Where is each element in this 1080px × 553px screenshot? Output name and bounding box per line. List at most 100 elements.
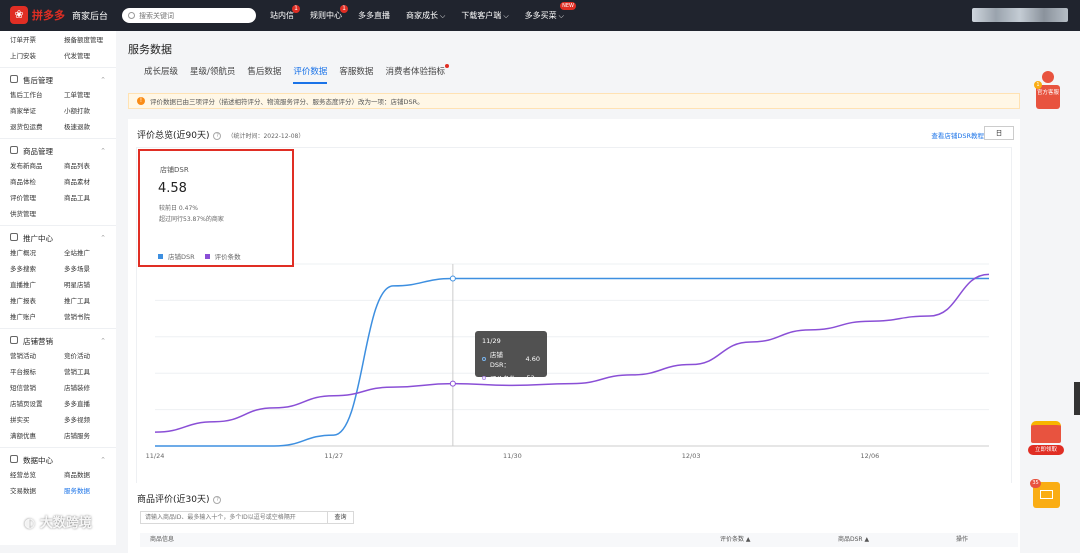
sidebar-item[interactable]: 供货管理 — [10, 207, 64, 221]
legend-review-count[interactable]: 评价条数 — [204, 251, 241, 261]
chevron-up-icon: ⌃ — [100, 456, 106, 464]
sidebar-item[interactable]: 商品工具 — [64, 191, 116, 205]
sidebar-item[interactable]: 店铺页设置 — [10, 397, 64, 411]
sidebar-item[interactable]: 商品数据 — [64, 468, 116, 482]
nav-download-client[interactable]: 下载客户端 ⌵ — [453, 0, 516, 31]
sidebar-item[interactable]: 商品列表 — [64, 159, 116, 173]
sidebar-item[interactable]: 满额优惠 — [10, 429, 64, 443]
help-icon[interactable]: ? — [213, 495, 222, 504]
official-support-widget[interactable]: 官方客服 1 — [1034, 71, 1060, 113]
nav-live[interactable]: 多多直播 — [350, 0, 398, 31]
date-granularity-button[interactable]: 日 — [984, 126, 1014, 140]
sidebar-group-title[interactable]: 数据中心 ⌃ — [0, 452, 116, 468]
sidebar-item[interactable]: 直播推广 — [10, 278, 64, 292]
robot-icon — [1042, 71, 1054, 83]
global-search-input[interactable] — [139, 11, 249, 20]
sidebar-group-title[interactable]: 商品管理 ⌃ — [0, 143, 116, 159]
tab-star-navigator[interactable]: 星级/领航员 — [184, 65, 241, 83]
tab-label: 消费者体验指标 — [385, 67, 445, 77]
sidebar-item[interactable]: 交易数据 — [10, 484, 64, 498]
scrollbar-thumb[interactable] — [1074, 382, 1080, 415]
claim-coupon-widget[interactable]: 立即领取 — [1028, 421, 1064, 457]
watermark-icon: ◐ — [24, 516, 40, 531]
query-button[interactable]: 查询 — [327, 512, 353, 523]
logo[interactable]: ❀ 拼多多 商家后台 — [10, 6, 108, 24]
checkbox-icon — [10, 74, 18, 83]
sidebar-item[interactable]: 多多搜索 — [10, 262, 64, 276]
sidebar-item[interactable]: 多多直播 — [64, 397, 116, 411]
new-dot — [444, 64, 449, 68]
tab-customer-service-data[interactable]: 客服数据 — [333, 65, 379, 83]
claim-button[interactable]: 立即领取 — [1028, 445, 1064, 455]
sidebar-item[interactable]: 推广工具 — [64, 294, 116, 308]
sidebar-group-title[interactable]: 售后管理 ⌃ — [0, 72, 116, 88]
nav-label: 多多直播 — [358, 11, 390, 20]
sidebar-item[interactable]: 短信营销 — [10, 381, 64, 395]
box-icon — [10, 145, 18, 154]
sidebar-item[interactable]: 商家举证 — [10, 104, 64, 118]
sidebar-group-products: 商品管理 ⌃ 发布新商品 商品列表 商品体检 商品素材 评价管理 商品工具 供货管… — [0, 138, 116, 221]
nav-label: 多多买菜 — [524, 11, 557, 20]
sidebar-item[interactable]: 推广报表 — [10, 294, 64, 308]
product-id-input[interactable] — [141, 512, 327, 523]
sidebar-item[interactable]: 营销活动 — [10, 349, 64, 363]
support-badge: 1 — [1034, 81, 1042, 89]
sidebar-item[interactable]: 小额打款 — [64, 104, 116, 118]
legend-dsr[interactable]: 店铺DSR — [158, 251, 195, 261]
sidebar-group-title[interactable]: 推广中心 ⌃ — [0, 230, 116, 246]
dsr-metric-card[interactable]: 店铺DSR 4.58 较前日 0.47% 超过同行53.87%的商家 店铺DSR… — [138, 149, 294, 267]
sidebar-item[interactable]: 店铺装修 — [64, 381, 116, 395]
sidebar-item[interactable]: 推广账户 — [10, 310, 64, 324]
sidebar-item[interactable]: 店铺服务 — [64, 429, 116, 443]
sidebar-item[interactable]: 发布新商品 — [10, 159, 64, 173]
sidebar: 订单开票 报备额度管理 上门安装 代发管理 售后管理 ⌃ 售后工作台 工单管理 商… — [0, 31, 116, 545]
dot-icon — [482, 357, 486, 361]
tab-review-data[interactable]: 评价数据 — [287, 65, 333, 84]
group-label: 店铺营销 — [23, 336, 53, 346]
sidebar-item[interactable]: 售后工作台 — [10, 88, 64, 102]
sidebar-item[interactable]: 报备额度管理 — [64, 33, 116, 47]
global-search[interactable] — [122, 8, 256, 23]
chevron-down-icon: ⌵ — [503, 12, 509, 20]
nav-duoduo-grocery[interactable]: 多多买菜 ⌵ NEW — [517, 0, 576, 31]
sidebar-item[interactable]: 竞价活动 — [64, 349, 116, 363]
user-account-menu[interactable] — [972, 8, 1068, 22]
sidebar-item[interactable]: 极速退款 — [64, 120, 116, 134]
sidebar-item[interactable]: 评价管理 — [10, 191, 64, 205]
right-floating-widgets: 官方客服 1 立即领取 35 — [1026, 31, 1080, 545]
sidebar-item[interactable]: 推广概况 — [10, 246, 64, 260]
nav-rules-center[interactable]: 规则中心 1 — [302, 0, 350, 31]
sidebar-item[interactable]: 工单管理 — [64, 88, 116, 102]
series-point-0 — [449, 275, 456, 282]
message-count-badge: 1 — [292, 5, 300, 13]
sidebar-item-service-data[interactable]: 服务数据 — [64, 484, 116, 498]
sidebar-item[interactable]: 多多视频 — [64, 413, 116, 427]
sidebar-item[interactable]: 经营总览 — [10, 468, 64, 482]
sidebar-item[interactable]: 订单开票 — [10, 33, 64, 47]
top-nav: 站内信 1 规则中心 1 多多直播 商家成长 ⌵ 下载客户端 ⌵ 多多买菜 ⌵ NEW — [262, 0, 576, 31]
sidebar-item[interactable]: 营销工具 — [64, 365, 116, 379]
sidebar-item[interactable]: 平台报标 — [10, 365, 64, 379]
sidebar-item[interactable]: 明星店铺 — [64, 278, 116, 292]
tab-after-sales-data[interactable]: 售后数据 — [241, 65, 287, 83]
sidebar-item[interactable]: 上门安装 — [10, 49, 64, 63]
sidebar-item[interactable]: 退货包运费 — [10, 120, 64, 134]
sidebar-item[interactable]: 营销书院 — [64, 310, 116, 324]
sidebar-item[interactable]: 代发管理 — [64, 49, 116, 63]
dsr-tutorial-link[interactable]: 查看店铺DSR教程 — [931, 130, 984, 140]
sidebar-top-items: 订单开票 报备额度管理 上门安装 代发管理 — [0, 31, 116, 63]
nav-messages[interactable]: 站内信 1 — [262, 0, 302, 31]
chevron-down-icon: ⌵ — [558, 12, 564, 20]
tab-growth-level[interactable]: 成长层级 — [138, 65, 184, 83]
sidebar-item[interactable]: 多多场景 — [64, 262, 116, 276]
sidebar-item[interactable]: 商品素材 — [64, 175, 116, 189]
product-reviews-title-row: 商品评价(近30天)? — [137, 492, 222, 505]
sidebar-group-title[interactable]: 店铺营销 ⌃ — [0, 333, 116, 349]
sidebar-item[interactable]: 拼实买 — [10, 413, 64, 427]
sidebar-item[interactable]: 全站推广 — [64, 246, 116, 260]
nav-merchant-growth[interactable]: 商家成长 ⌵ — [398, 0, 453, 31]
help-icon[interactable]: ? — [213, 131, 222, 140]
tab-consumer-experience[interactable]: 消费者体验指标 — [379, 64, 451, 83]
mail-widget[interactable]: 35 — [1030, 479, 1060, 508]
sidebar-item[interactable]: 商品体检 — [10, 175, 64, 189]
